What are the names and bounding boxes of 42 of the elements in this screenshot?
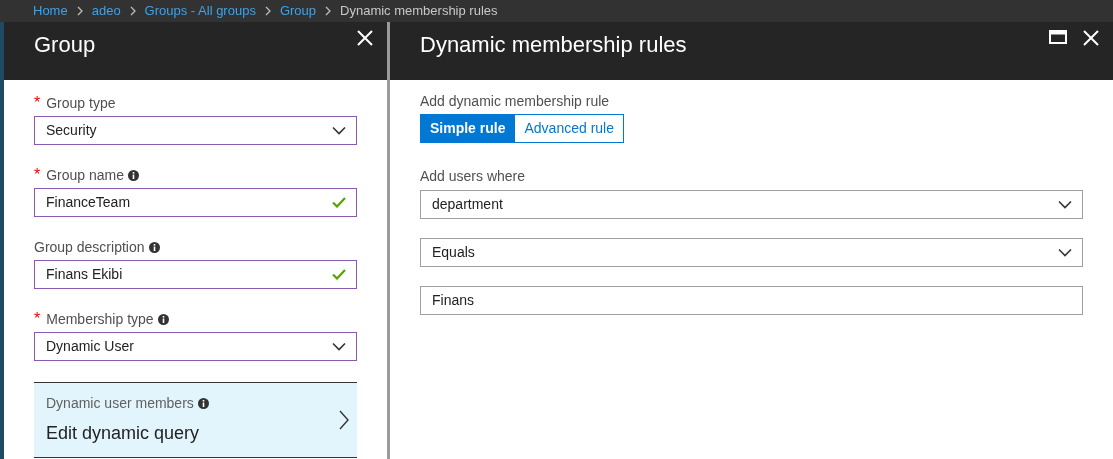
chevron-right-icon bbox=[339, 410, 349, 430]
checkmark-icon bbox=[332, 197, 346, 208]
chevron-right-icon bbox=[325, 6, 332, 16]
dropdown-field[interactable]: Security bbox=[34, 116, 357, 145]
maximize-icon[interactable] bbox=[1049, 30, 1067, 44]
breadcrumb-link[interactable]: Home bbox=[33, 1, 68, 21]
close-icon[interactable] bbox=[1083, 30, 1099, 46]
query-nav-card[interactable]: Dynamic user members Edit dynamic query bbox=[34, 382, 357, 458]
card-label: Dynamic user members bbox=[46, 394, 194, 413]
blade-title: Group bbox=[34, 31, 97, 59]
card-value: Edit dynamic query bbox=[46, 422, 201, 445]
breadcrumb-current: Dynamic membership rules bbox=[340, 2, 498, 21]
rule-tab[interactable]: Advanced rule bbox=[515, 114, 624, 143]
input-field[interactable]: Finans Ekibi bbox=[34, 260, 357, 289]
chevron-right-icon bbox=[76, 6, 83, 16]
breadcrumb-link[interactable]: Group bbox=[279, 1, 317, 21]
close-icon[interactable] bbox=[357, 30, 373, 46]
breadcrumb-link[interactable]: Groups - All groups bbox=[144, 1, 256, 21]
field-label: Group description bbox=[34, 237, 145, 257]
dropdown-field[interactable]: Equals bbox=[420, 238, 1083, 267]
chevron-down-icon bbox=[1058, 248, 1072, 257]
chevron-down-icon bbox=[332, 342, 346, 351]
blade-title: Dynamic membership rules bbox=[420, 31, 688, 59]
chevron-down-icon bbox=[332, 126, 346, 135]
input-field[interactable]: FinanceTeam bbox=[34, 188, 357, 217]
field-label: Membership type bbox=[46, 309, 154, 329]
field-label: Add users where bbox=[420, 167, 527, 185]
chevron-right-icon bbox=[129, 6, 136, 16]
required-mark: * bbox=[34, 309, 41, 329]
field-label: Group type bbox=[46, 93, 116, 113]
dropdown-field[interactable]: Dynamic User bbox=[34, 332, 357, 361]
required-mark: * bbox=[34, 165, 41, 185]
required-mark: * bbox=[34, 93, 41, 113]
field-label: Add dynamic membership rule bbox=[420, 92, 611, 110]
input-field[interactable]: Finans bbox=[420, 286, 1083, 315]
field-label: Group name bbox=[46, 165, 125, 185]
chevron-right-icon bbox=[264, 6, 271, 16]
chevron-down-icon bbox=[1058, 200, 1072, 209]
breadcrumb-link[interactable]: adeo bbox=[91, 1, 121, 21]
rule-tab[interactable]: Simple rule bbox=[420, 114, 516, 143]
checkmark-icon bbox=[332, 269, 346, 280]
dropdown-field[interactable]: department bbox=[420, 190, 1083, 219]
